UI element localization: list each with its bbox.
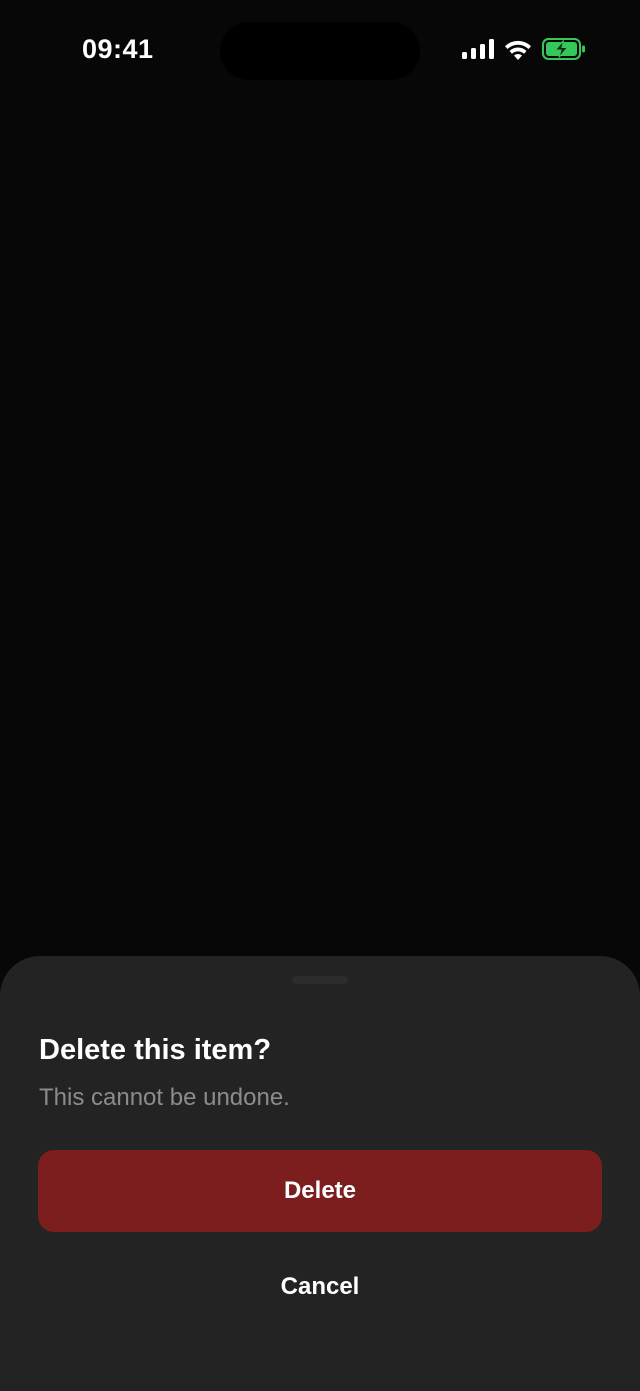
cancel-button[interactable]: Cancel xyxy=(38,1246,602,1328)
dynamic-island xyxy=(220,22,420,80)
wifi-icon xyxy=(504,39,532,60)
confirm-delete-sheet: Delete this item? This cannot be undone.… xyxy=(0,956,640,1391)
status-icons xyxy=(462,38,586,60)
status-time: 09:41 xyxy=(82,34,154,64)
signal-icon xyxy=(462,39,494,59)
delete-button[interactable]: Delete xyxy=(38,1150,602,1232)
status-bar: 09:41 xyxy=(0,0,640,104)
sheet-grabber[interactable] xyxy=(292,976,348,984)
sheet-message: This cannot be undone. xyxy=(39,1084,290,1111)
sheet-title: Delete this item? xyxy=(39,1034,272,1066)
battery-charging-icon xyxy=(542,38,586,60)
screen: 09:41 Delete this item? This cannot be u… xyxy=(0,0,640,1391)
